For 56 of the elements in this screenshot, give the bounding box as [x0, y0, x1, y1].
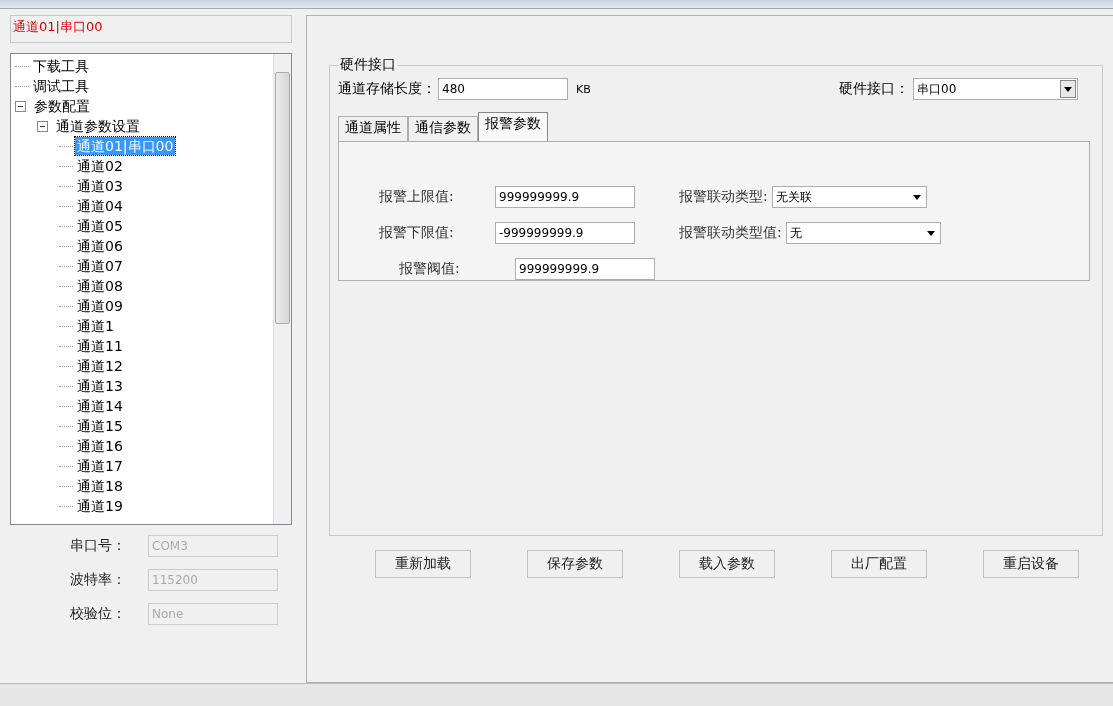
tree-item[interactable]: 通道参数设置 — [54, 117, 142, 135]
caret-icon — [912, 194, 921, 200]
tree-item[interactable]: 通道1 — [75, 317, 116, 335]
scrollbar[interactable] — [273, 54, 291, 524]
dropdown[interactable]: 无关联 — [771, 186, 927, 208]
tree-item[interactable]: 通道04 — [75, 197, 125, 215]
caret-icon — [1060, 80, 1076, 98]
tree-item[interactable]: 通道06 — [75, 237, 125, 255]
field-label: 报警联动类型: — [679, 188, 768, 206]
field-label: 校验位： — [70, 605, 127, 623]
collapse-icon[interactable] — [15, 100, 26, 112]
field-label: 波特率： — [70, 571, 127, 589]
input-field[interactable]: 999999999.9 — [515, 258, 655, 280]
tab[interactable]: 通信参数 — [408, 116, 478, 141]
button[interactable]: 重新加载 — [375, 550, 471, 578]
button[interactable]: 载入参数 — [679, 550, 775, 578]
button[interactable]: 保存参数 — [527, 550, 623, 578]
tree-item[interactable]: 调试工具 — [31, 77, 91, 95]
tree-item[interactable]: 通道07 — [75, 257, 125, 275]
group-title: 硬件接口 — [339, 56, 397, 74]
storage-field[interactable]: 480 — [438, 78, 568, 100]
tree-item[interactable]: 通道16 — [75, 437, 125, 455]
tree-item[interactable]: 通道02 — [75, 157, 125, 175]
caret-icon — [926, 230, 935, 236]
field-label: 串口号： — [70, 537, 127, 555]
tree-item[interactable]: 通道13 — [75, 377, 125, 395]
tree-item[interactable]: 通道15 — [75, 417, 125, 435]
tree-item[interactable]: 通道17 — [75, 457, 125, 475]
tree-item[interactable]: 通道18 — [75, 477, 125, 495]
tree-item[interactable]: 参数配置 — [32, 97, 92, 115]
tree-item[interactable]: 通道08 — [75, 277, 125, 295]
tree-item[interactable]: 通道14 — [75, 397, 125, 415]
field-label: 报警阀值: — [399, 260, 461, 278]
tree-item[interactable]: 通道09 — [75, 297, 125, 315]
button[interactable]: 重启设备 — [983, 550, 1079, 578]
storage-label: 通道存储长度： — [338, 80, 436, 98]
field-label: 报警联动类型值: — [679, 224, 782, 242]
channel-label: 通道01|串口00 — [10, 15, 292, 43]
tree-item[interactable]: 下载工具 — [31, 57, 91, 75]
tree-item[interactable]: 通道03 — [75, 177, 125, 195]
collapse-icon[interactable] — [37, 120, 48, 132]
button[interactable]: 出厂配置 — [831, 550, 927, 578]
unit-label: KB — [576, 82, 591, 96]
field-label: 报警上限值: — [379, 188, 455, 206]
tree-item[interactable]: 通道19 — [75, 497, 125, 515]
tree-item[interactable]: 通道11 — [75, 337, 125, 355]
input-field[interactable]: -999999999.9 — [495, 222, 635, 244]
tree-item[interactable]: 通道12 — [75, 357, 125, 375]
tree-item[interactable]: 通道05 — [75, 217, 125, 235]
field-label: 报警下限值: — [379, 224, 455, 242]
dropdown[interactable]: 无 — [785, 222, 941, 244]
interface-dropdown[interactable]: 串口00 — [913, 78, 1078, 100]
tab[interactable]: 通道属性 — [338, 116, 408, 141]
interface-label: 硬件接口： — [839, 80, 909, 98]
input-field[interactable]: 999999999.9 — [495, 186, 635, 208]
tab[interactable]: 报警参数 — [478, 112, 548, 141]
